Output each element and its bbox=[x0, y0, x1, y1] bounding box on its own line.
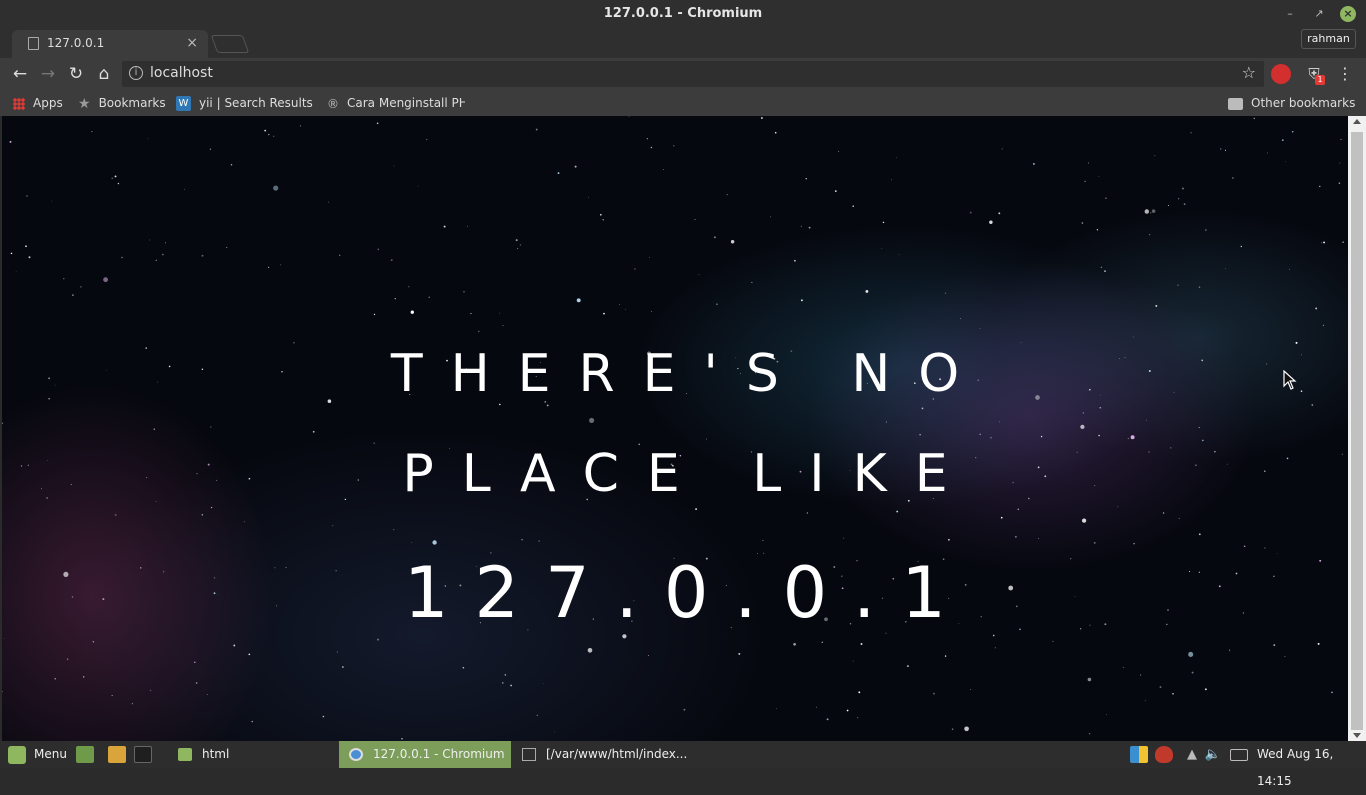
reload-icon[interactable]: ↻ bbox=[64, 62, 88, 86]
update-manager-icon[interactable] bbox=[1130, 746, 1148, 763]
show-desktop-icon[interactable] bbox=[76, 746, 94, 763]
clock[interactable]: Wed Aug 16, 14:15 bbox=[1257, 741, 1366, 795]
volume-icon[interactable]: 🔈 bbox=[1204, 746, 1222, 763]
other-bookmarks[interactable]: Other bookmarks bbox=[1228, 94, 1355, 112]
address-url[interactable]: localhost bbox=[150, 65, 213, 81]
home-icon[interactable]: ⌂ bbox=[92, 62, 116, 86]
taskbar: Menu html 127.0.0.1 - Chromium [/var/www… bbox=[0, 741, 1366, 788]
shield-extension-icon[interactable]: ⛨ 1 bbox=[1304, 64, 1325, 85]
new-tab-button[interactable] bbox=[210, 35, 250, 53]
bookmark-star-icon[interactable]: ☆ bbox=[1242, 63, 1256, 82]
tab-strip: 127.0.0.1 × rahman bbox=[0, 28, 1366, 58]
bookmark-yii[interactable]: Wyii | Search Results bbox=[176, 94, 313, 112]
taskbar-window-html[interactable]: html bbox=[168, 741, 336, 768]
chromium-icon bbox=[349, 748, 363, 761]
scroll-up-arrow-icon[interactable] bbox=[1353, 119, 1361, 124]
other-bookmarks-label: Other bookmarks bbox=[1251, 96, 1356, 110]
vertical-scrollbar[interactable] bbox=[1348, 116, 1366, 741]
bookmarks-bar: Apps ★ Bookmarks Wyii | Search Results ® C… bbox=[0, 90, 1366, 116]
adblock-extension-icon[interactable] bbox=[1271, 64, 1291, 84]
maximize-button[interactable]: ↗ bbox=[1311, 6, 1327, 22]
taskbar-window-editor-label: [/var/www/html/index... bbox=[546, 747, 688, 761]
browser-tab[interactable]: 127.0.0.1 × bbox=[12, 30, 208, 58]
profile-button[interactable]: rahman bbox=[1301, 29, 1356, 49]
taskbar-window-chromium[interactable]: 127.0.0.1 - Chromium bbox=[339, 741, 511, 768]
hero-line-2: PLACE LIKE bbox=[402, 444, 976, 504]
tab-close-icon[interactable]: × bbox=[186, 35, 198, 51]
file-manager-icon[interactable] bbox=[108, 746, 126, 763]
taskbar-window-html-label: html bbox=[202, 747, 230, 761]
star-icon: ★ bbox=[78, 95, 91, 112]
start-menu-button[interactable]: Menu bbox=[8, 741, 67, 768]
address-bar[interactable]: i localhost ☆ bbox=[122, 61, 1264, 87]
mint-logo-icon bbox=[8, 745, 26, 764]
security-shield-icon[interactable] bbox=[1155, 746, 1173, 763]
terminal-icon[interactable] bbox=[134, 746, 152, 763]
browser-toolbar: ← → ↻ ⌂ i localhost ☆ ⛨ 1 ⋮ bbox=[0, 58, 1366, 90]
bookmark-bookmarks-label: Bookmarks bbox=[98, 96, 166, 110]
hero-ip-address: 127.0.0.1 bbox=[404, 552, 972, 634]
folder-icon bbox=[178, 748, 192, 761]
folder-icon bbox=[1228, 97, 1243, 110]
tab-title: 127.0.0.1 bbox=[47, 36, 105, 50]
taskbar-window-editor[interactable]: [/var/www/html/index... bbox=[512, 741, 702, 768]
bookmark-apps-label: Apps bbox=[33, 96, 63, 110]
site-info-icon[interactable]: i bbox=[129, 66, 143, 80]
scroll-down-arrow-icon[interactable] bbox=[1353, 733, 1361, 738]
bookmark-cara-label: Cara Menginstall PHP bbox=[347, 96, 465, 110]
apps-grid-icon bbox=[13, 97, 25, 110]
wordpress-icon: W bbox=[176, 96, 191, 111]
kebab-menu-icon[interactable]: ⋮ bbox=[1336, 64, 1354, 84]
start-menu-label: Menu bbox=[34, 747, 67, 761]
starfield-background bbox=[2, 116, 1344, 740]
page-favicon-icon bbox=[28, 37, 39, 50]
taskbar-window-chromium-label: 127.0.0.1 - Chromium bbox=[373, 747, 505, 761]
window-titlebar: 127.0.0.1 - Chromium – ↗ × bbox=[0, 0, 1366, 28]
bookmark-bookmarks[interactable]: ★ Bookmarks bbox=[78, 94, 166, 112]
scrollbar-thumb[interactable] bbox=[1351, 132, 1363, 730]
forward-arrow-icon[interactable]: → bbox=[36, 62, 60, 86]
site-logo-icon: ® bbox=[327, 96, 339, 111]
bookmark-cara[interactable]: ® Cara Menginstall PHP bbox=[327, 94, 465, 112]
minimize-button[interactable]: – bbox=[1282, 6, 1298, 22]
extension-badge: 1 bbox=[1315, 75, 1325, 85]
close-window-button[interactable]: × bbox=[1340, 6, 1356, 22]
back-arrow-icon[interactable]: ← bbox=[8, 62, 32, 86]
bookmark-yii-label: yii | Search Results bbox=[199, 96, 313, 110]
network-icon[interactable]: ▲ bbox=[1183, 746, 1201, 763]
mouse-cursor-icon bbox=[1283, 370, 1297, 390]
text-editor-icon bbox=[522, 748, 536, 761]
battery-icon[interactable] bbox=[1230, 749, 1248, 761]
window-title: 127.0.0.1 - Chromium bbox=[603, 6, 763, 21]
hero-line-1: THERE'S NO bbox=[390, 344, 988, 404]
page-viewport: THERE'S NO PLACE LIKE 127.0.0.1 bbox=[2, 116, 1348, 741]
bookmark-apps[interactable]: Apps bbox=[13, 94, 63, 112]
